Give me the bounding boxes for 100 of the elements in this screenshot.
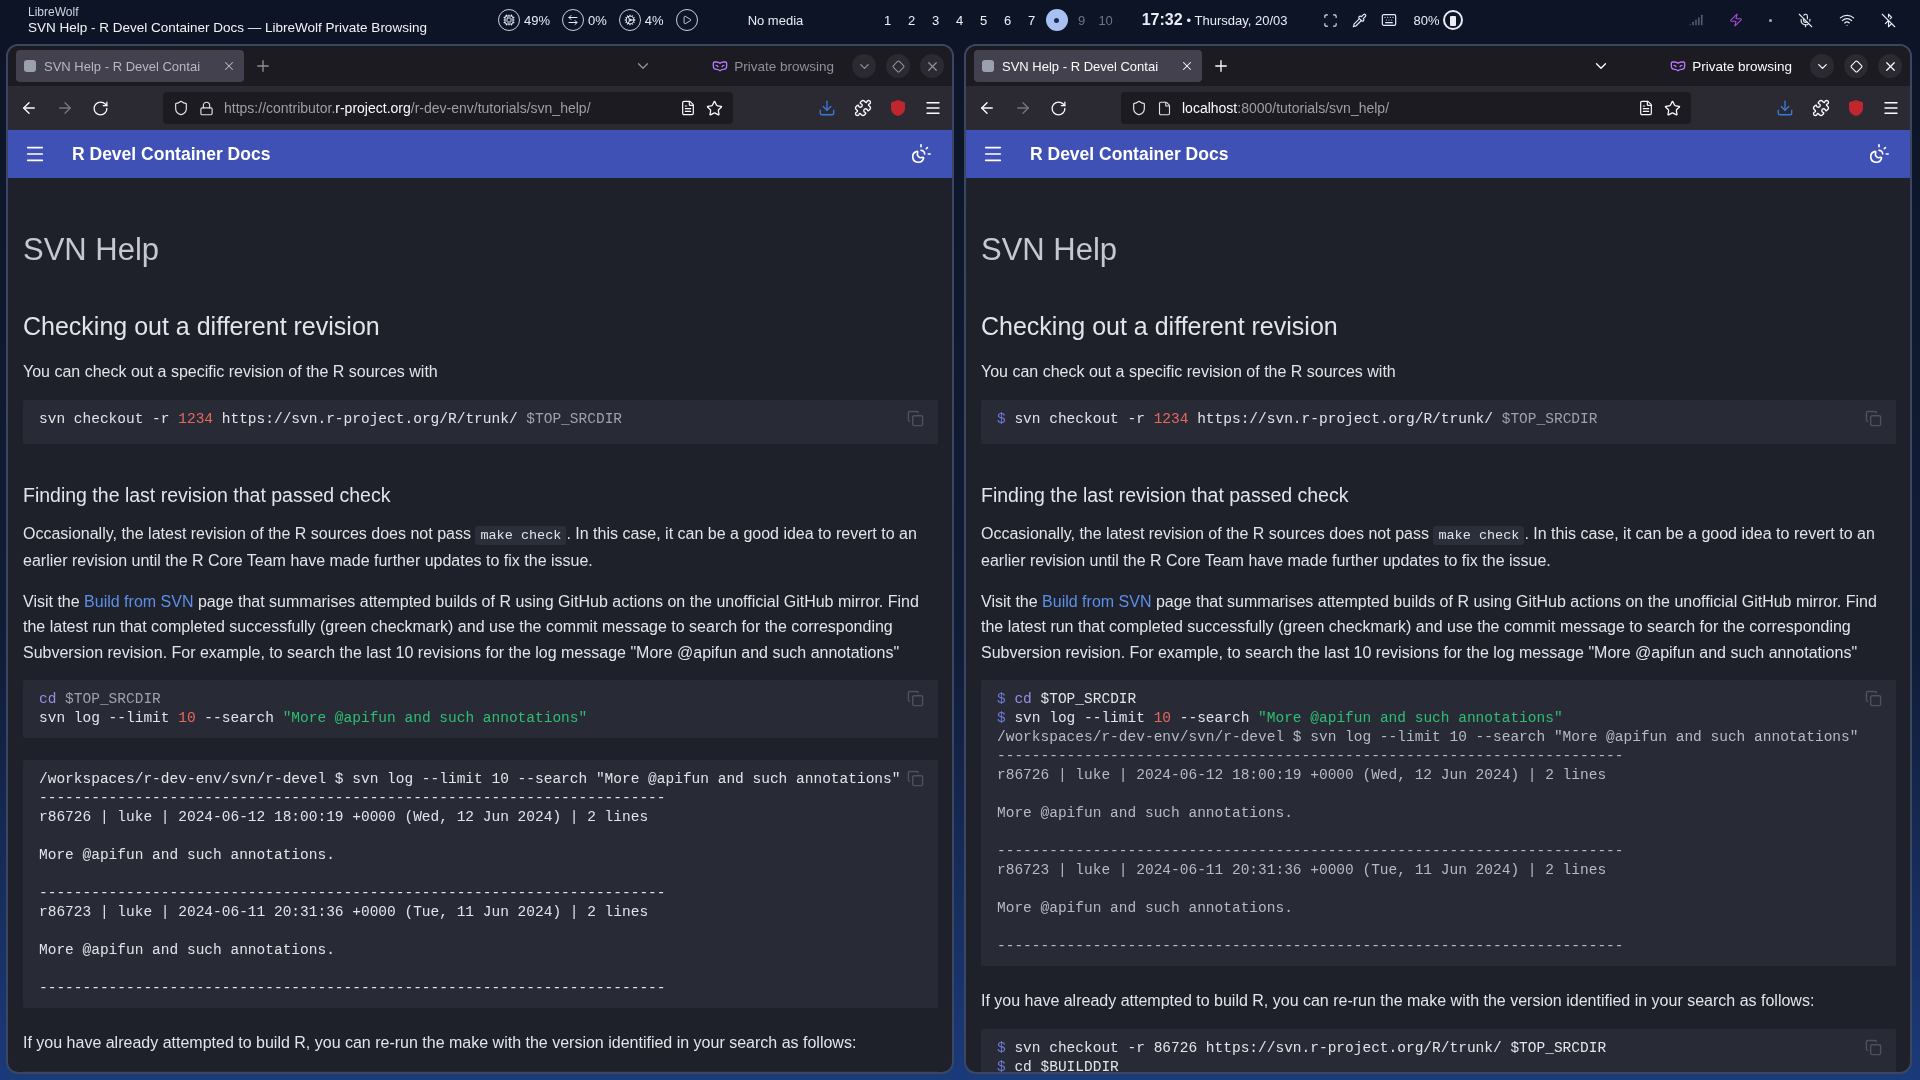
code-line: More @apifun and such annotations. (997, 899, 1293, 918)
bluetooth-off-icon[interactable] (1881, 12, 1896, 28)
code-line: svn checkout -r 1234 https://svn.r-project.org/R/trunk/ $TOP_SRCDIR (39, 409, 623, 429)
code-line: r86723 | luke | 2024-06-11 20:31:36 +0000 (Tue, 11 Jun 2024) | 2 lines (997, 861, 1607, 880)
paragraph: If you have already attempted to build R, you can re-run the make with the version identified in your search as follows: (23, 1033, 858, 1053)
back-icon[interactable] (978, 99, 996, 117)
close-button[interactable] (1878, 54, 1902, 78)
forward-icon[interactable] (1014, 99, 1032, 117)
page-heading: SVN Help (981, 232, 1119, 268)
code-line: r86723 | luke | 2024-06-11 20:31:36 +0000 (Tue, 11 Jun 2024) | 2 lines (39, 903, 649, 922)
code-line: More @apifun and such annotations. (997, 804, 1293, 823)
forward-icon[interactable] (56, 99, 74, 117)
code-line: More @apifun and such annotations. (39, 846, 335, 865)
workspace-number[interactable]: 4 (949, 12, 970, 28)
page-icon[interactable] (1157, 100, 1172, 116)
section-heading: Checking out a different revision (23, 312, 381, 341)
mask-icon (1670, 58, 1687, 74)
diamond-icon (891, 59, 905, 73)
keyboard-icon[interactable] (1381, 12, 1398, 28)
code-line: $ cd $TOP_SRCDIR (997, 690, 1137, 709)
maximize-button[interactable] (1844, 54, 1868, 78)
paragraph: You can check out a specific revision of the R sources with (981, 362, 1397, 382)
code-line: ------------------------------------------------------------------------ (39, 789, 666, 808)
minimize-button[interactable] (1810, 54, 1834, 78)
favicon-icon (982, 60, 994, 72)
back-icon[interactable] (20, 99, 38, 117)
code-line: $ svn checkout -r 86726 https://svn.r-project.org/R/trunk/ $TOP_SRCDIR (997, 1038, 1607, 1058)
private-browsing-label: Private browsing (1670, 58, 1792, 74)
shield-icon[interactable] (173, 100, 189, 116)
code-line: /workspaces/r-dev-env/svn/r-devel $ svn log --limit 10 --search "More @apifun and such annotations" (39, 770, 901, 789)
bookmark-star-icon[interactable] (1664, 99, 1681, 117)
code-line: r86726 | luke | 2024-06-12 18:00:19 +0000 (Wed, 12 Jun 2024) | 2 lines (997, 766, 1607, 785)
workspace-number[interactable]: 5 (973, 12, 994, 28)
link[interactable]: Build from SVN (1042, 592, 1152, 610)
paragraph: Visit the Build from SVN page that summarises attempted builds of R using GitHub actions on the unofficial GitHub mirror. Find the latest run that completed successfully (green checkmark) and use the commit message to search for the corresponding Subversion revision. For example, to search the last 10 revisions for the log message "More @apifun and such annotations" (23, 591, 920, 663)
code-line: ------------------------------------------------------------------------ (39, 979, 666, 998)
menu-icon[interactable] (924, 99, 942, 117)
page-heading: SVN Help (23, 232, 161, 268)
dot-icon (1769, 18, 1772, 22)
screenshot-icon[interactable] (1323, 12, 1339, 28)
paragraph: If you have already attempted to build R, you can re-run the make with the version identified in your search as follows: (981, 991, 1816, 1011)
power-profile-icon (1729, 13, 1743, 27)
reader-view-icon[interactable] (1638, 100, 1654, 116)
workspace-number[interactable]: 7 (1021, 12, 1042, 28)
menu-icon[interactable] (1882, 99, 1900, 117)
download-icon[interactable] (818, 99, 836, 117)
extensions-icon[interactable] (854, 99, 872, 117)
new-tab-icon[interactable] (1212, 57, 1230, 75)
reload-icon[interactable] (92, 99, 109, 117)
code-line: $ svn checkout -r 1234 https://svn.r-project.org/R/trunk/ $TOP_SRCDIR (997, 409, 1598, 429)
paragraph: Occasionally, the latest revision of the R sources does not pass make check . In this case, it can be a good idea to revert to an earlier revision until the R Core Team have made further updates to fix the issue. (23, 523, 918, 571)
workspace-number[interactable]: 2 (901, 12, 922, 28)
app-name: LibreWolf (28, 5, 80, 20)
code-line: ------------------------------------------------------------------------ (997, 747, 1624, 766)
subsection-heading: Finding the last revision that passed check (981, 483, 1350, 507)
paragraph: You can check out a specific revision of the R sources with (23, 362, 439, 382)
workspace-number[interactable]: 9 (1071, 12, 1092, 28)
workspace-number[interactable]: 1 (877, 12, 898, 28)
address-field[interactable]: localhost:8000/tutorials/svn_help/ (1121, 92, 1691, 124)
shield-icon[interactable] (1131, 100, 1147, 116)
theme-toggle-icon[interactable] (1868, 143, 1890, 165)
mic-off-icon[interactable] (1798, 12, 1813, 28)
browser-tab[interactable]: SVN Help - R Devel Contai (16, 50, 244, 82)
battery-icon (1442, 10, 1463, 30)
system-stat: 4% (618, 9, 664, 31)
shield-extension-icon[interactable] (1848, 99, 1864, 117)
signal-icon (1689, 13, 1703, 27)
browser-tab[interactable]: SVN Help - R Devel Contai (974, 50, 1202, 82)
private-browsing-label: Private browsing (712, 58, 834, 74)
reader-view-icon[interactable] (680, 100, 696, 116)
system-stat: 49% (498, 9, 551, 31)
download-icon[interactable] (1776, 99, 1794, 117)
workspace-number[interactable]: 6 (997, 12, 1018, 28)
system-stat: 0% (562, 9, 607, 31)
bookmark-star-icon[interactable] (706, 99, 723, 117)
lock-icon[interactable] (199, 100, 214, 116)
link[interactable]: Build from SVN (84, 592, 194, 610)
code-line: More @apifun and such annotations. (39, 941, 335, 960)
extensions-icon[interactable] (1812, 99, 1830, 117)
address-field[interactable]: https://contributor.r-project.org/r-dev-env/tutorials/svn_help/ (163, 92, 733, 124)
media-status: No media (747, 12, 805, 28)
close-icon[interactable] (1180, 59, 1194, 73)
mask-icon (712, 58, 729, 74)
color-picker-icon[interactable] (1352, 12, 1368, 28)
favicon-icon (24, 60, 36, 72)
workspace-indicator[interactable] (1045, 9, 1068, 31)
code-line: ------------------------------------------------------------------------ (39, 884, 666, 903)
window-title: SVN Help - R Devel Container Docs — LibreWolf Private Browsing (28, 20, 428, 35)
code-line: ------------------------------------------------------------------------ (997, 842, 1624, 861)
workspace-number[interactable]: 10 (1095, 12, 1116, 28)
paragraph: Occasionally, the latest revision of the R sources does not pass make check . In this case, it can be a good idea to revert to an earlier revision until the R Core Team have made further updates to fix the issue. (981, 523, 1876, 571)
date: • Thursday, 20/03 (1186, 12, 1288, 28)
workspace-number[interactable]: 3 (925, 12, 946, 28)
diamond-icon (1849, 59, 1863, 73)
close-icon[interactable] (222, 59, 236, 73)
shield-extension-icon[interactable] (890, 99, 906, 117)
wifi-icon[interactable] (1839, 12, 1855, 28)
battery-percentage: 80% (1413, 12, 1440, 28)
theme-toggle-icon[interactable] (910, 143, 932, 165)
reload-icon[interactable] (1050, 99, 1067, 117)
